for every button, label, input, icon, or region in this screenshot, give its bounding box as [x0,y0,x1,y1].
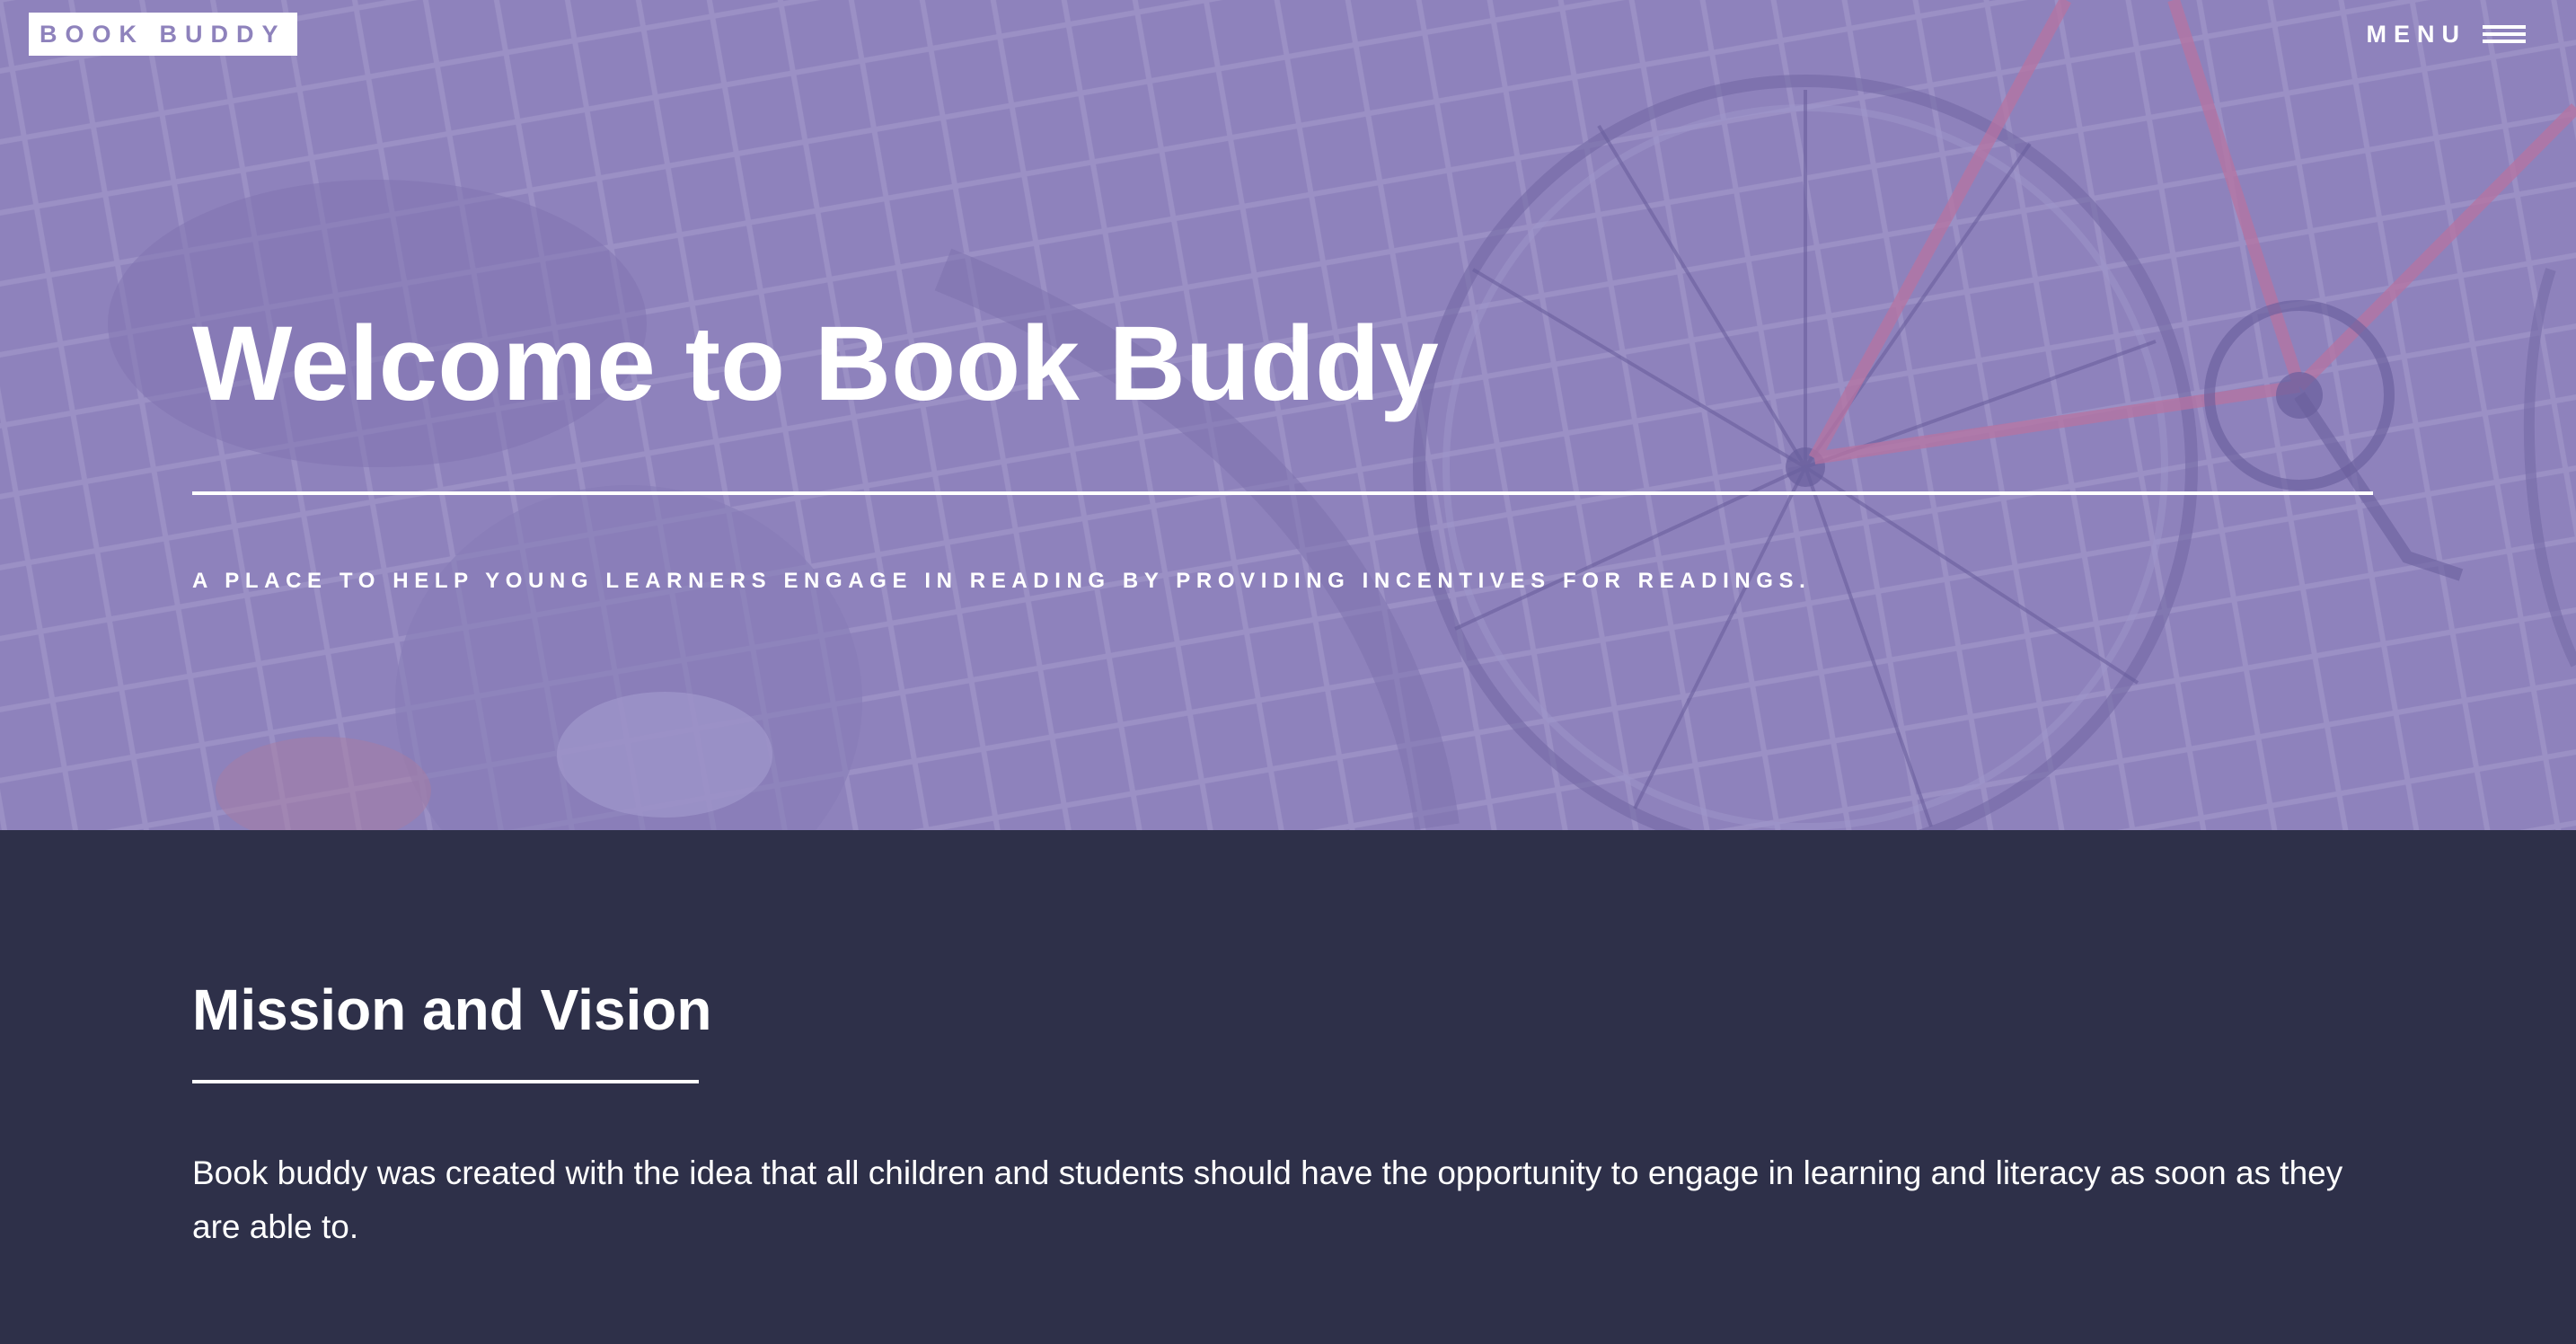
site-logo[interactable]: BOOK BUDDY [29,13,297,56]
menu-button[interactable]: MENU [2366,18,2526,50]
mission-text: Book buddy was created with the idea tha… [192,1154,2343,1245]
section-divider [192,1080,699,1083]
title-divider [192,491,2373,495]
page-title: Welcome to Book Buddy [192,305,1439,423]
hero-section: BOOK BUDDY MENU Welcome to Book Buddy A … [0,0,2576,830]
menu-label: MENU [2366,20,2466,48]
section-title: Mission and Vision [192,977,712,1042]
hamburger-icon [2483,22,2526,46]
mission-section: Mission and Vision Book buddy was create… [0,830,2576,1344]
hero-subtitle: A PLACE TO HELP YOUNG LEARNERS ENGAGE IN… [192,569,1812,593]
